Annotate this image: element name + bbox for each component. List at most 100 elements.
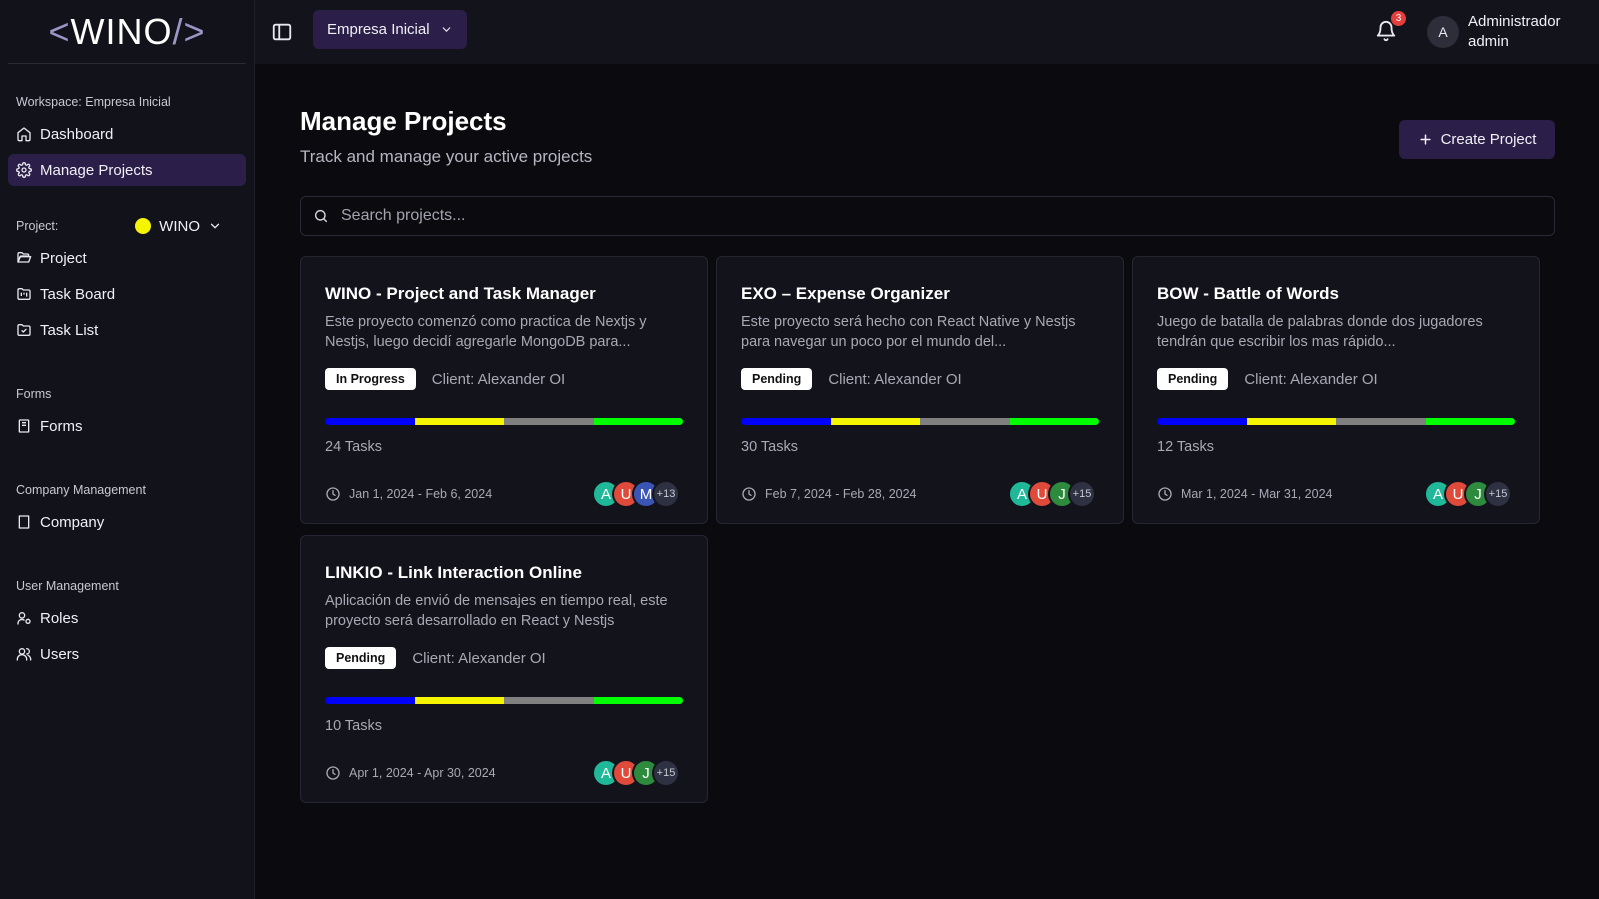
progress-segment — [414, 418, 504, 425]
status-badge: Pending — [325, 647, 397, 669]
clock-icon — [326, 766, 340, 780]
progress-segment — [504, 418, 594, 425]
sidebar-item-label: Task List — [40, 321, 99, 339]
user-management-label: User Management — [16, 579, 119, 593]
sidebar-item-roles[interactable]: Roles — [8, 602, 246, 634]
date-range: Jan 1, 2024 - Feb 6, 2024 — [349, 487, 493, 501]
sidebar-item-users[interactable]: Users — [8, 638, 246, 670]
create-project-button[interactable]: Create Project — [1399, 120, 1555, 159]
project-title: LINKIO - Link Interaction Online — [325, 563, 582, 582]
progress-segment — [920, 418, 1010, 425]
project-client: Client: Alexander OI — [828, 370, 962, 388]
more-members-count: +15 — [1068, 480, 1096, 508]
status-badge: Pending — [741, 368, 813, 390]
project-card[interactable]: BOW - Battle of Words Juego de batalla d… — [1132, 256, 1540, 524]
status-badge: In Progress — [325, 368, 416, 390]
users-icon — [16, 648, 32, 661]
progress-segment — [414, 697, 504, 704]
progress-segment — [325, 697, 415, 704]
project-selector[interactable]: WINO — [135, 218, 222, 235]
sidebar-item-company[interactable]: Company — [8, 506, 246, 538]
sidebar-item-task-list[interactable]: Task List — [8, 314, 246, 346]
company-selector-label: Empresa Inicial — [327, 21, 430, 38]
main-content: Manage Projects Track and manage your ac… — [255, 64, 1599, 899]
app-logo[interactable]: <WINO/> — [48, 11, 205, 53]
user-role: admin — [1468, 33, 1509, 50]
company-label: Company Management — [16, 483, 146, 497]
folder-kanban-icon — [17, 288, 31, 300]
project-card[interactable]: EXO – Expense Organizer Este proyecto se… — [716, 256, 1124, 524]
more-members-count: +13 — [652, 480, 680, 508]
company-section: Company Management Company — [0, 474, 254, 538]
progress-segment — [504, 697, 594, 704]
project-description: Aplicación de envió de mensajes en tiemp… — [325, 593, 668, 629]
project-description: Este proyecto será hecho con React Nativ… — [741, 314, 1076, 350]
project-dates: Feb 7, 2024 - Feb 28, 2024 — [741, 486, 917, 502]
project-title: BOW - Battle of Words — [1157, 284, 1339, 303]
sidebar-item-label: Roles — [40, 609, 79, 627]
gear-icon — [16, 162, 32, 178]
logo-bracket-right: /> — [172, 10, 206, 52]
clock-icon — [1158, 487, 1172, 501]
workspace-section: Workspace: Empresa Inicial Dashboard Man… — [0, 86, 254, 186]
sidebar-toggle-icon[interactable] — [271, 21, 293, 43]
clock-icon — [742, 487, 756, 501]
progress-segment — [1157, 418, 1247, 425]
sidebar-item-manage-projects[interactable]: Manage Projects — [8, 154, 246, 186]
user-avatar[interactable]: A — [1427, 16, 1459, 48]
forms-label: Forms — [16, 387, 52, 401]
project-card[interactable]: WINO - Project and Task Manager Este pro… — [300, 256, 708, 524]
sidebar-item-task-board[interactable]: Task Board — [8, 278, 246, 310]
search-icon — [314, 209, 328, 223]
project-dates: Mar 1, 2024 - Mar 31, 2024 — [1157, 486, 1332, 502]
notification-count-badge: 3 — [1391, 11, 1406, 26]
forms-section: Forms Forms — [0, 378, 254, 442]
chevron-down-icon — [442, 27, 450, 32]
create-project-label: Create Project — [1440, 131, 1537, 148]
project-meta: Pending Client: Alexander OI — [741, 368, 1099, 390]
project-footer: Mar 1, 2024 - Mar 31, 2024 AUJ +15 — [1157, 480, 1515, 508]
date-range: Apr 1, 2024 - Apr 30, 2024 — [349, 766, 496, 780]
more-members-count: +15 — [1484, 480, 1512, 508]
progress-segment — [325, 418, 415, 425]
sidebar-item-project[interactable]: Project — [8, 242, 246, 274]
member-avatars: AUJ +15 — [1424, 480, 1512, 508]
sidebar-item-dashboard[interactable]: Dashboard — [8, 118, 246, 150]
sidebar: <WINO/> Workspace: Empresa Inicial Dashb… — [0, 0, 255, 899]
progress-segment — [1336, 418, 1426, 425]
top-bar: Empresa Inicial 3 A Administrador admin — [255, 0, 1599, 64]
progress-segment — [593, 418, 683, 425]
user-cog-icon — [17, 612, 31, 625]
logo-area: <WINO/> — [8, 0, 246, 64]
company-selector-button[interactable]: Empresa Inicial — [313, 10, 467, 49]
more-members-count: +15 — [652, 759, 680, 787]
project-meta: Pending Client: Alexander OI — [1157, 368, 1515, 390]
progress-segment — [1425, 418, 1515, 425]
progress-bar — [325, 697, 683, 704]
member-avatars: AUJ +15 — [1008, 480, 1096, 508]
search-bar — [300, 196, 1555, 236]
folder-check-icon — [17, 324, 31, 336]
users-section: User Management Roles Users — [0, 570, 254, 670]
search-input[interactable] — [341, 207, 1521, 225]
project-section: Project: WINO Project Task Board Task Li… — [0, 210, 254, 346]
task-count: 12 Tasks — [1157, 439, 1214, 455]
folder-open-icon — [17, 252, 32, 263]
project-client: Client: Alexander OI — [1244, 370, 1378, 388]
form-icon — [18, 419, 30, 433]
user-name: Administrador — [1468, 13, 1561, 30]
project-color-dot — [135, 218, 152, 234]
plus-icon — [1419, 134, 1431, 145]
sidebar-item-forms[interactable]: Forms — [8, 410, 246, 442]
user-info[interactable]: Administrador admin — [1468, 12, 1561, 52]
project-meta: In Progress Client: Alexander OI — [325, 368, 683, 390]
project-client: Client: Alexander OI — [431, 370, 566, 388]
project-title: EXO – Expense Organizer — [741, 284, 950, 303]
progress-segment — [741, 418, 831, 425]
project-switcher-row: Project: WINO — [8, 210, 246, 242]
sidebar-item-label: Forms — [40, 417, 83, 435]
project-selected-name: WINO — [159, 217, 200, 235]
project-card[interactable]: LINKIO - Link Interaction Online Aplicac… — [300, 535, 708, 803]
progress-bar — [1157, 418, 1515, 425]
page-title: Manage Projects — [300, 106, 507, 136]
